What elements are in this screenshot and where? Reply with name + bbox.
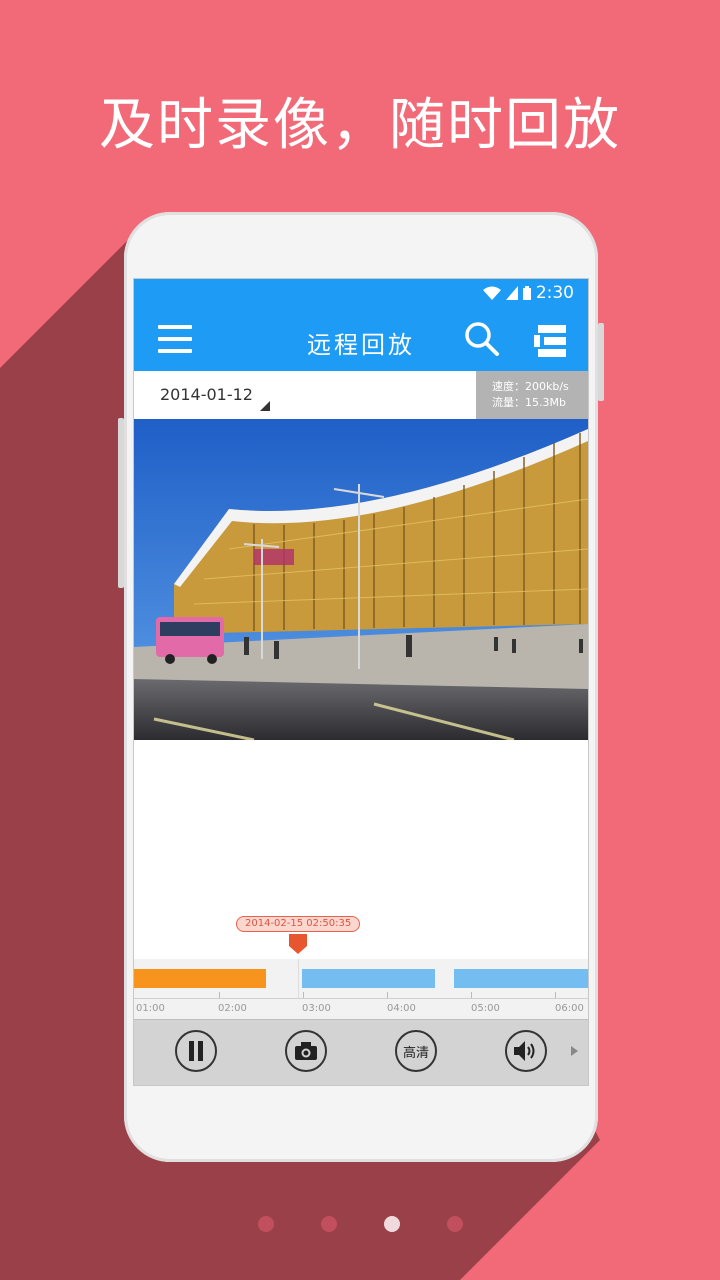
video-playback[interactable] <box>134 419 588 740</box>
recording-segment-normal[interactable] <box>302 969 435 988</box>
timeline-track[interactable]: 01:00 02:00 03:00 04:00 05:00 06:00 <box>134 959 588 1019</box>
timeline-label: 06:00 <box>555 1003 584 1014</box>
recording-segment-normal[interactable] <box>454 969 588 988</box>
phone-screen: 2:30 远程回放 2014-01-12 速度：200kb/s 流量：15.3M… <box>133 278 589 1086</box>
timeline-label: 04:00 <box>387 1003 416 1014</box>
recording-segment-alarm[interactable] <box>134 969 266 988</box>
timeline-label: 05:00 <box>471 1003 500 1014</box>
phone-side-button-left <box>118 418 124 588</box>
timeline-tick <box>387 992 388 998</box>
timeline-cursor <box>298 959 299 999</box>
page-dot-active[interactable] <box>384 1216 400 1232</box>
snapshot-button[interactable] <box>285 1030 327 1072</box>
timeline-tick <box>303 992 304 998</box>
headline: 及时录像，随时回放 <box>99 93 621 158</box>
list-icon[interactable] <box>534 323 570 359</box>
timeline-label: 01:00 <box>136 1003 165 1014</box>
timeline-label: 02:00 <box>218 1003 247 1014</box>
speed-text: 速度：200kb/s <box>492 380 569 393</box>
quality-button[interactable]: 高清 <box>395 1030 437 1072</box>
timeline-tick <box>555 992 556 998</box>
page-dot[interactable] <box>258 1216 274 1232</box>
signal-icon <box>505 286 518 300</box>
timeline-tick <box>219 992 220 998</box>
dropdown-caret-icon[interactable] <box>260 401 270 411</box>
current-time-label: 2014-02-15 02:50:35 <box>236 916 361 932</box>
date-selector[interactable]: 2014-01-12 <box>160 385 253 404</box>
page-indicator <box>0 1216 720 1232</box>
stream-stats: 速度：200kb/s 流量：15.3Mb <box>476 371 588 419</box>
speaker-icon <box>514 1041 535 1061</box>
phone-side-button-right <box>598 323 604 401</box>
chevron-right-icon[interactable] <box>571 1046 578 1056</box>
timeline-axis <box>134 998 588 999</box>
battery-icon <box>522 286 531 300</box>
timeline-label: 03:00 <box>302 1003 331 1014</box>
pause-button[interactable] <box>175 1030 217 1072</box>
page-dot[interactable] <box>321 1216 337 1232</box>
wifi-icon <box>482 286 501 300</box>
camera-icon <box>295 1042 317 1060</box>
search-icon[interactable] <box>464 321 500 357</box>
page-dot[interactable] <box>447 1216 463 1232</box>
pause-icon <box>189 1041 203 1061</box>
video-frame-image <box>134 419 588 740</box>
timeline-marker-icon[interactable] <box>289 934 307 954</box>
playback-controls: 高清 <box>134 1019 588 1085</box>
app-bar: 远程回放 <box>134 309 588 371</box>
page-title: 远程回放 <box>307 331 415 359</box>
date-bar: 2014-01-12 速度：200kb/s 流量：15.3Mb <box>134 371 588 420</box>
status-time: 2:30 <box>535 283 574 303</box>
quality-label: 高清 <box>402 1045 429 1061</box>
status-bar: 2:30 <box>134 279 588 309</box>
timeline-tick <box>471 992 472 998</box>
status-icons: 2:30 <box>482 283 574 303</box>
traffic-text: 流量：15.3Mb <box>492 396 566 409</box>
audio-button[interactable] <box>505 1030 547 1072</box>
